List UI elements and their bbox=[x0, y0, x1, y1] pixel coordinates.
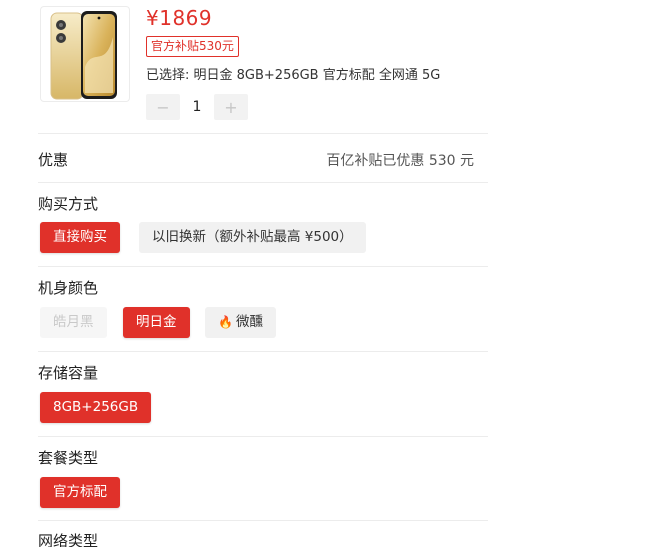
option-color-blush[interactable]: 🔥 微醺 bbox=[205, 307, 276, 338]
option-color-black[interactable]: 皓月黑 bbox=[40, 307, 107, 338]
divider bbox=[38, 133, 488, 134]
option-direct-purchase[interactable]: 直接购买 bbox=[40, 222, 120, 253]
package-label: 套餐类型 bbox=[38, 449, 99, 467]
storage-label: 存储容量 bbox=[38, 364, 99, 382]
divider bbox=[38, 266, 488, 267]
increase-quantity-button[interactable]: + bbox=[214, 94, 248, 120]
selected-variant-summary: 已选择: 明日金 8GB+256GB 官方标配 全网通 5G bbox=[146, 68, 441, 83]
option-color-blush-label: 微醺 bbox=[235, 314, 263, 330]
product-thumbnail[interactable] bbox=[40, 6, 130, 102]
purchase-method-label: 购买方式 bbox=[38, 195, 99, 213]
phone-image bbox=[50, 11, 117, 100]
option-package-standard[interactable]: 官方标配 bbox=[40, 477, 120, 508]
quantity-stepper: − 1 + bbox=[146, 94, 248, 120]
product-price: ¥1869 bbox=[146, 6, 213, 30]
option-color-gold[interactable]: 明日金 bbox=[123, 307, 190, 338]
color-label: 机身颜色 bbox=[38, 279, 99, 297]
divider bbox=[38, 520, 488, 521]
option-storage-8-256[interactable]: 8GB+256GB bbox=[40, 392, 152, 423]
divider bbox=[38, 351, 488, 352]
flame-icon: 🔥 bbox=[218, 315, 233, 329]
sku-selector-panel: ¥1869 官方补贴530元 已选择: 明日金 8GB+256GB 官方标配 全… bbox=[0, 0, 650, 547]
subsidy-badge: 官方补贴530元 bbox=[146, 36, 239, 57]
divider bbox=[38, 436, 488, 437]
divider bbox=[38, 182, 488, 183]
network-label: 网络类型 bbox=[38, 532, 99, 547]
promo-label: 优惠 bbox=[38, 151, 69, 169]
quantity-value[interactable]: 1 bbox=[180, 99, 214, 115]
promo-value: 百亿补贴已优惠 530 元 bbox=[326, 153, 474, 169]
option-trade-in[interactable]: 以旧换新（额外补贴最高 ¥500） bbox=[139, 222, 366, 253]
decrease-quantity-button[interactable]: − bbox=[146, 94, 180, 120]
